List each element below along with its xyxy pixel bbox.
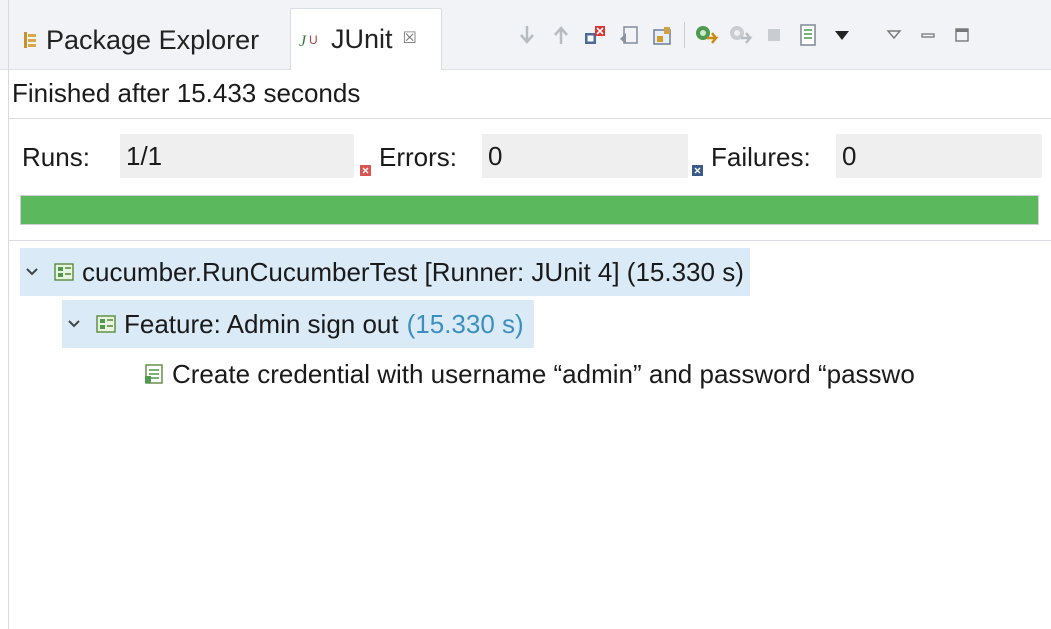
show-failures-only-icon[interactable]	[578, 20, 612, 50]
close-tab-icon[interactable]: ☒	[403, 28, 417, 48]
test-progress-bar	[20, 195, 1039, 225]
view-menu-icon[interactable]	[877, 20, 911, 50]
errors-counter-label: Errors:	[360, 135, 457, 179]
failures-value: 0	[842, 140, 857, 171]
error-icon	[360, 152, 371, 176]
maximize-icon[interactable]	[945, 20, 979, 50]
failures-value-box: 0	[836, 134, 1042, 178]
tab-junit[interactable]: J U JUnit ☒	[290, 8, 442, 70]
tree-node-feature-time: (15.330 s)	[406, 308, 524, 339]
junit-icon: J U	[299, 30, 323, 50]
chevron-down-icon[interactable]	[20, 267, 44, 277]
minimize-icon[interactable]	[911, 20, 945, 50]
rerun-test-icon[interactable]	[689, 20, 723, 50]
tree-node-feature[interactable]: Feature: Admin sign out (15.330 s)	[62, 300, 534, 348]
test-run-history-icon[interactable]	[791, 20, 825, 50]
runs-value: 1/1	[126, 140, 163, 171]
errors-label: Errors:	[379, 141, 457, 172]
runs-label: Runs:	[22, 141, 90, 172]
status-message: Finished after 15.433 seconds	[12, 78, 361, 108]
tree-node-feature-label: Feature: Admin sign out	[124, 308, 399, 339]
test-case-icon	[144, 363, 166, 385]
previous-failure-icon[interactable]	[544, 20, 578, 50]
runs-counter-label: Runs:	[22, 135, 90, 179]
failures-label: Failures:	[711, 141, 811, 172]
view-border	[8, 0, 9, 629]
svg-text:J: J	[299, 33, 307, 50]
errors-value: 0	[488, 140, 503, 171]
package-explorer-icon	[22, 31, 38, 49]
tab-junit-label: JUnit	[331, 24, 393, 54]
runs-value-box: 1/1	[120, 134, 354, 178]
history-dropdown-icon[interactable]	[825, 20, 859, 50]
test-suite-icon	[96, 314, 118, 334]
toolbar-separator	[684, 22, 685, 48]
errors-value-box: 0	[482, 134, 688, 178]
svg-text:U: U	[309, 33, 318, 47]
status-divider	[8, 118, 1051, 119]
show-skipped-icon[interactable]	[646, 20, 680, 50]
chevron-down-icon[interactable]	[62, 319, 86, 329]
test-progress-fill	[21, 196, 1038, 224]
tree-divider	[8, 240, 1051, 241]
test-suite-icon	[54, 262, 76, 282]
tree-node-runner-label: cucumber.RunCucumberTest [Runner: JUnit …	[82, 256, 744, 287]
failure-icon	[692, 152, 703, 176]
rerun-failed-first-icon[interactable]	[723, 20, 757, 50]
next-failure-icon[interactable]	[510, 20, 544, 50]
tab-package-explorer[interactable]: Package Explorer	[22, 12, 259, 68]
tree-node-scenario[interactable]: Create credential with username “admin” …	[144, 350, 915, 398]
tab-package-explorer-label: Package Explorer	[46, 24, 260, 55]
tree-node-scenario-label: Create credential with username “admin” …	[172, 358, 915, 389]
junit-toolbar	[510, 20, 979, 50]
failures-counter-label: Failures:	[692, 135, 811, 179]
stop-icon[interactable]	[757, 20, 791, 50]
tree-node-runner[interactable]: cucumber.RunCucumberTest [Runner: JUnit …	[20, 248, 750, 296]
scroll-lock-icon[interactable]	[612, 20, 646, 50]
